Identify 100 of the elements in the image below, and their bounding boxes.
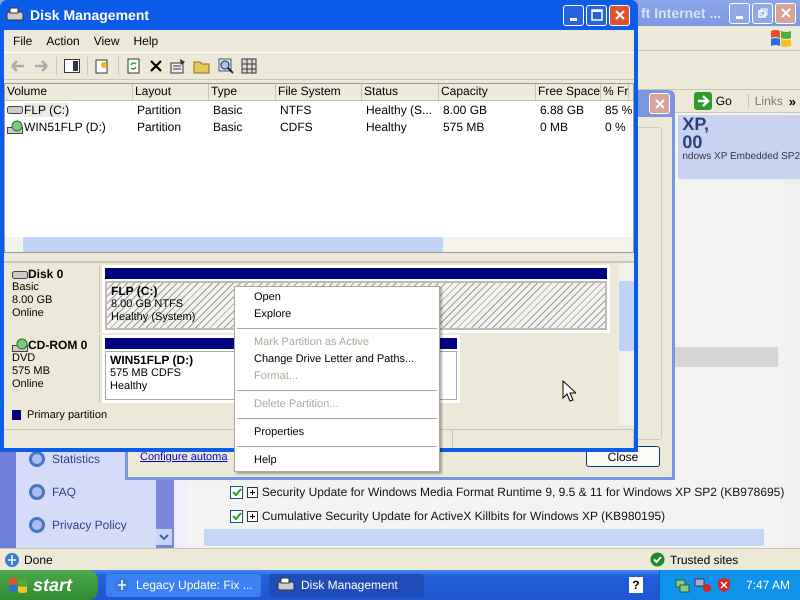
minimize-icon bbox=[736, 16, 743, 18]
banner-text: 00 bbox=[682, 133, 702, 151]
pane-icon[interactable] bbox=[64, 59, 80, 73]
scroll-down-button[interactable] bbox=[156, 529, 172, 545]
column-header[interactable]: % Fr bbox=[601, 84, 629, 100]
expand-icon[interactable] bbox=[246, 486, 258, 498]
table-cell-text: Partition bbox=[136, 102, 182, 116]
settings-link[interactable]: Configure automa bbox=[140, 450, 228, 462]
disk-drive-icon bbox=[277, 577, 295, 593]
windows-flag-icon bbox=[770, 28, 792, 48]
menu-item[interactable]: View bbox=[86, 34, 126, 48]
update-title: Cumulative Security Update for ActiveX Killbits for Windows XP (KB980195) bbox=[262, 509, 666, 523]
sidebar-link[interactable]: Statistics bbox=[52, 452, 100, 466]
windows-flag-icon bbox=[8, 576, 28, 594]
legend-label: Primary partition bbox=[27, 409, 108, 421]
window-title: ft Internet ... bbox=[641, 5, 722, 21]
menu-item[interactable]: Properties bbox=[235, 424, 439, 441]
column-header[interactable]: File System bbox=[276, 84, 362, 100]
disk-drive-icon bbox=[6, 7, 24, 23]
close-icon bbox=[780, 8, 790, 18]
table-cell-text: Basic bbox=[212, 120, 244, 134]
banner-text: ndows XP Embedded SP2 bbox=[682, 151, 800, 162]
disk-info: 8.00 GB bbox=[12, 294, 54, 307]
taskbar-button[interactable]: Legacy Update: Fix ... bbox=[106, 574, 261, 596]
minimize-button[interactable] bbox=[563, 4, 584, 26]
properties-icon[interactable] bbox=[170, 58, 186, 74]
search-icon[interactable] bbox=[218, 58, 234, 74]
table-cell-text: 6.88 GB bbox=[539, 102, 586, 116]
menu-item[interactable]: File bbox=[6, 34, 40, 48]
arrow-icon bbox=[694, 92, 712, 110]
volume-name[interactable]: FLP (C:) bbox=[24, 102, 70, 116]
table-cell-text: Healthy bbox=[365, 120, 408, 134]
disk-name: Disk 0 bbox=[28, 268, 64, 281]
partition-info: 575 MB CDFS bbox=[110, 367, 181, 380]
column-header[interactable]: Layout bbox=[133, 84, 209, 100]
network-icon[interactable] bbox=[674, 577, 690, 593]
start-button[interactable]: start bbox=[0, 570, 98, 600]
column-header[interactable]: Volume bbox=[5, 84, 133, 100]
chevron-button[interactable]: » bbox=[788, 94, 796, 108]
table-cell-text: 575 MB bbox=[442, 120, 486, 134]
update-title: Security Update for Windows Media Format Runtime 9, 9.5 & 11 for Windows XP SP2 (KB978695) bbox=[262, 485, 784, 499]
checkbox[interactable] bbox=[230, 486, 243, 498]
cd-drive-icon bbox=[7, 120, 23, 134]
sidebar-link[interactable]: FAQ bbox=[52, 485, 76, 499]
disk-info: 575 MB bbox=[12, 365, 51, 378]
partition-info: 8.00 GB NTFS bbox=[111, 298, 184, 311]
close-icon bbox=[614, 10, 624, 20]
close-button[interactable] bbox=[609, 4, 630, 26]
table-cell-text: NTFS bbox=[279, 102, 312, 116]
column-header[interactable]: Capacity bbox=[439, 84, 536, 100]
minimize-icon bbox=[570, 18, 577, 20]
cd-drive-icon bbox=[12, 338, 28, 352]
horizontal-scrollbar[interactable] bbox=[204, 529, 764, 546]
column-header[interactable]: Free Space bbox=[536, 84, 601, 100]
mouse-pointer-icon bbox=[562, 380, 576, 402]
table-cell-text: 8.00 GB bbox=[442, 102, 488, 116]
vertical-scrollbar[interactable] bbox=[619, 263, 634, 425]
column-header[interactable]: Status bbox=[362, 84, 439, 100]
taskbar-button[interactable]: Disk Management bbox=[269, 574, 424, 596]
sidebar-link[interactable]: Privacy Policy bbox=[52, 518, 127, 532]
shield-icon[interactable] bbox=[716, 577, 732, 593]
help-icon[interactable]: ? bbox=[628, 577, 643, 593]
hard-drive-icon bbox=[7, 104, 23, 114]
volume-name[interactable]: WIN51FLP (D:) bbox=[24, 120, 106, 134]
partition-info: Healthy (System) bbox=[111, 311, 196, 324]
menu-item[interactable]: Action bbox=[39, 34, 87, 48]
disk-info: Basic bbox=[12, 281, 40, 294]
menu-item[interactable]: Help bbox=[235, 452, 439, 469]
zone-label: Trusted sites bbox=[670, 552, 738, 566]
disk-info: Online bbox=[12, 378, 45, 391]
expand-icon[interactable] bbox=[246, 510, 258, 522]
disk-name: CD-ROM 0 bbox=[28, 338, 88, 352]
column-header[interactable]: Type bbox=[209, 84, 276, 100]
clock: 7:47 AM bbox=[746, 578, 790, 592]
menu-item[interactable]: Help bbox=[126, 34, 166, 48]
close-icon bbox=[654, 98, 664, 108]
menu-item[interactable]: Explore bbox=[235, 306, 439, 323]
status-text: Done bbox=[24, 552, 54, 566]
menu-item[interactable]: Change Drive Letter and Paths... bbox=[235, 351, 439, 368]
go-button[interactable]: Go bbox=[694, 92, 742, 110]
partition-name: WIN51FLP (D:) bbox=[110, 354, 194, 367]
grid-icon[interactable] bbox=[241, 58, 257, 74]
disk-info: Online bbox=[12, 307, 45, 320]
table-cell-text: CDFS bbox=[279, 120, 314, 134]
disk-info: DVD bbox=[12, 352, 36, 365]
table-cell-text: Basic bbox=[212, 102, 244, 116]
network-warning-icon[interactable] bbox=[694, 577, 712, 593]
delete-icon[interactable] bbox=[149, 59, 163, 73]
menu-item[interactable]: Open bbox=[235, 289, 439, 306]
window-title: Disk Management bbox=[30, 7, 150, 23]
table-cell-text: Partition bbox=[136, 120, 182, 134]
partition-info: Healthy bbox=[110, 380, 148, 393]
checkbox[interactable] bbox=[230, 510, 243, 522]
maximize-button[interactable] bbox=[586, 4, 607, 26]
links-label[interactable]: Links bbox=[748, 94, 783, 108]
horizontal-scrollbar[interactable] bbox=[5, 237, 633, 252]
table-cell-text: 0 MB bbox=[539, 120, 570, 134]
banner-text: XP, bbox=[682, 115, 710, 133]
refresh-icon[interactable] bbox=[126, 58, 142, 74]
table-cell-text: Healthy (S... bbox=[365, 102, 434, 116]
